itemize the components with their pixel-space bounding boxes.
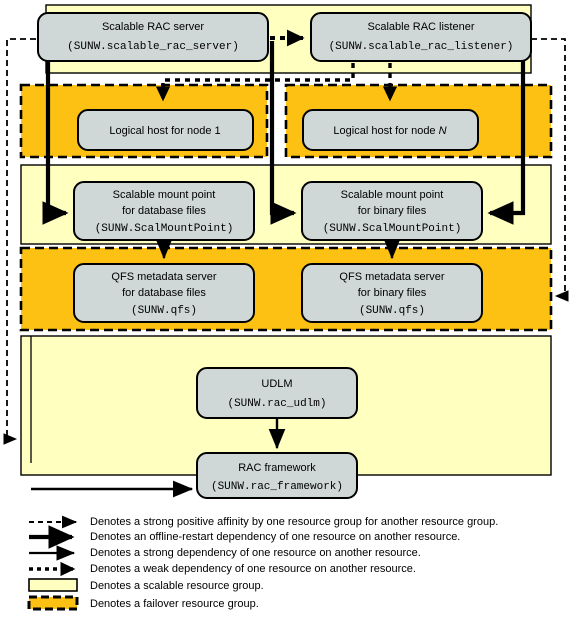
node-logical-host-node-n[interactable]: Logical host for node N	[302, 109, 479, 151]
node-scalable-rac-listener[interactable]: Scalable RAC listener (SUNW.scalable_rac…	[310, 12, 532, 62]
node-logical-host-node-1[interactable]: Logical host for node 1	[77, 109, 254, 151]
node-qfs-metadata-server-binary[interactable]: QFS metadata server for binary files (SU…	[301, 263, 483, 323]
node-scalable-rac-server-label: Scalable RAC server	[102, 21, 204, 33]
node-scalable-mount-point-database-label2: for database files	[122, 205, 206, 217]
diagram-root: Scalable RAC server (SUNW.scalable_rac_s…	[0, 0, 571, 621]
node-scalable-rac-server-type: (SUNW.scalable_rac_server)	[67, 41, 239, 53]
node-logical-host-node-n-label: Logical host for node N	[333, 125, 446, 137]
node-udlm-label: UDLM	[261, 378, 292, 390]
node-logical-host-node-1-label: Logical host for node 1	[109, 125, 220, 137]
legend-scalable-swatch-icon	[28, 578, 78, 592]
legend-label-failover-resource-group: Denotes a failover resource group.	[90, 598, 259, 610]
legend-label-weak-dependency: Denotes a weak dependency of one resourc…	[90, 563, 416, 575]
node-scalable-mount-point-database-type: (SUNW.ScalMountPoint)	[95, 223, 234, 235]
legend-item-scalable-resource-group: Denotes a scalable resource group.	[28, 578, 264, 592]
node-scalable-mount-point-binary[interactable]: Scalable mount point for binary files (S…	[301, 181, 483, 241]
legend-label-strong-dependency: Denotes a strong dependency of one resou…	[90, 547, 421, 559]
legend-failover-swatch-icon	[27, 595, 79, 611]
node-scalable-rac-listener-type: (SUNW.scalable_rac_listener)	[329, 41, 514, 53]
node-qfs-metadata-server-binary-type: (SUNW.qfs)	[359, 305, 425, 317]
legend-label-strong-positive-affinity: Denotes a strong positive affinity by on…	[90, 516, 498, 528]
node-scalable-mount-point-database-label1: Scalable mount point	[113, 189, 216, 201]
node-rac-framework-type: (SUNW.rac_framework)	[211, 481, 343, 493]
legend-item-strong-positive-affinity: Denotes a strong positive affinity by on…	[29, 515, 498, 529]
legend-item-failover-resource-group: Denotes a failover resource group.	[27, 595, 259, 611]
node-scalable-mount-point-database[interactable]: Scalable mount point for database files …	[73, 181, 255, 241]
node-scalable-mount-point-binary-type: (SUNW.ScalMountPoint)	[323, 223, 462, 235]
node-scalable-rac-server[interactable]: Scalable RAC server (SUNW.scalable_rac_s…	[37, 12, 269, 62]
node-rac-framework[interactable]: RAC framework (SUNW.rac_framework)	[196, 452, 358, 499]
node-scalable-rac-listener-label: Scalable RAC listener	[368, 21, 475, 33]
node-udlm-box[interactable]	[196, 367, 358, 419]
node-qfs-metadata-server-database-type: (SUNW.qfs)	[131, 305, 197, 317]
legend-item-offline-restart-dependency: Denotes an offline-restart dependency of…	[29, 525, 460, 549]
node-rac-framework-label: RAC framework	[238, 462, 316, 474]
legend-label-offline-restart-dependency: Denotes an offline-restart dependency of…	[90, 531, 460, 543]
node-qfs-metadata-server-binary-label2: for binary files	[358, 287, 427, 299]
node-qfs-metadata-server-database-label2: for database files	[122, 287, 206, 299]
node-qfs-metadata-server-database[interactable]: QFS metadata server for database files (…	[73, 263, 255, 323]
legend-label-scalable-resource-group: Denotes a scalable resource group.	[90, 580, 264, 592]
node-qfs-metadata-server-binary-label1: QFS metadata server	[339, 271, 444, 283]
node-scalable-mount-point-binary-label2: for binary files	[358, 205, 427, 217]
rac-dependency-diagram: Scalable RAC server (SUNW.scalable_rac_s…	[0, 0, 571, 621]
node-qfs-metadata-server-database-label1: QFS metadata server	[111, 271, 216, 283]
node-udlm-type: (SUNW.rac_udlm)	[227, 398, 326, 410]
node-scalable-mount-point-binary-label1: Scalable mount point	[341, 189, 444, 201]
node-udlm[interactable]: UDLM (SUNW.rac_udlm)	[196, 367, 358, 419]
